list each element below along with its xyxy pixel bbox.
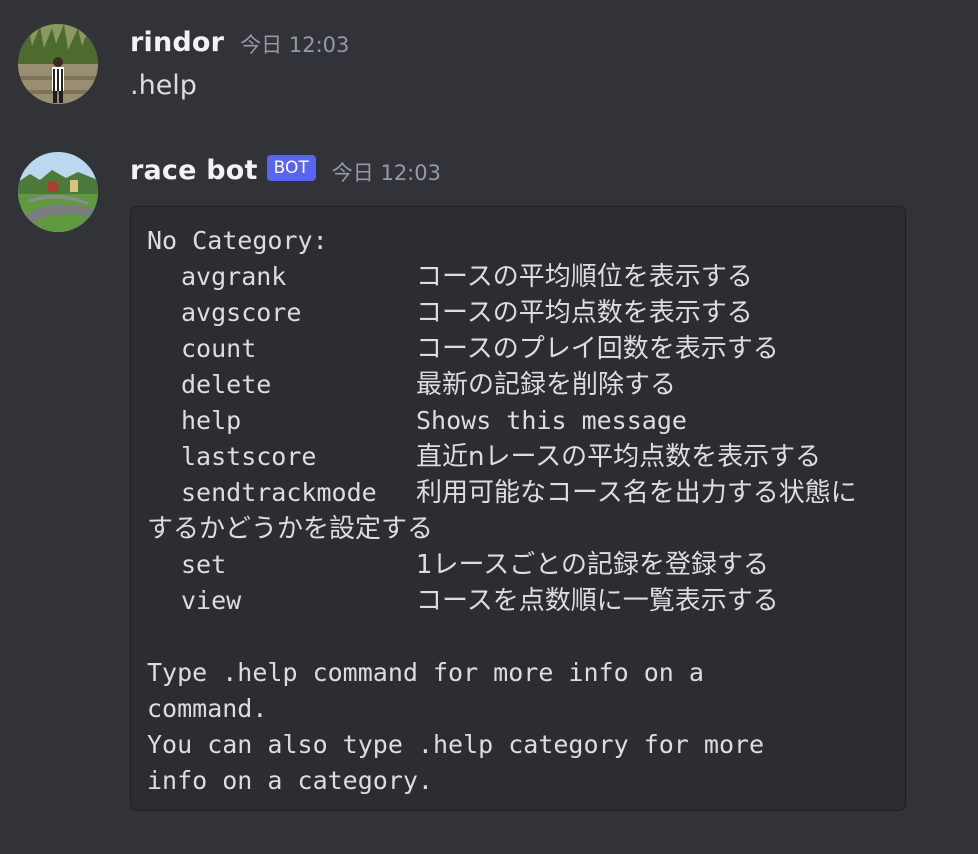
codeblock-heading: No Category:: [147, 226, 328, 255]
command-description-wrap: するかどうかを設定する: [147, 514, 434, 544]
command-row: avgscore コースの平均点数を表示する: [147, 295, 753, 331]
command-description: コースを点数順に一覧表示する: [416, 586, 779, 616]
command-name: help: [181, 406, 242, 435]
bot-badge: BOT: [266, 155, 316, 181]
command-description: コースのプレイ回数を表示する: [416, 334, 779, 364]
username[interactable]: rindor: [130, 27, 224, 58]
command-name: set: [181, 550, 227, 579]
command-description: コースの平均順位を表示する: [416, 262, 753, 292]
command-name: lastscore: [181, 442, 317, 471]
user-avatar[interactable]: [18, 24, 98, 104]
codeblock-footer-line: command.: [147, 694, 268, 723]
codeblock-footer-line: info on a category.: [147, 766, 433, 795]
command-name: view: [181, 586, 242, 615]
command-name: sendtrackmode: [181, 478, 377, 507]
command-description: Shows this message: [416, 406, 687, 435]
help-codeblock: No Category: avgrank コースの平均順位を表示する avgsc…: [130, 206, 906, 811]
message-header: race bot BOT 今日 12:03: [130, 152, 441, 188]
command-row: delete 最新の記録を削除する: [147, 367, 676, 403]
command-description: コースの平均点数を表示する: [416, 298, 753, 328]
username[interactable]: race bot: [130, 155, 258, 186]
message-header: rindor 今日 12:03: [130, 24, 349, 60]
command-description: 1レースごとの記録を登録する: [416, 550, 769, 580]
command-name: count: [181, 334, 257, 363]
command-name: avgrank: [181, 262, 287, 291]
command-description: 最新の記録を削除する: [416, 370, 677, 400]
command-row: sendtrackmode 利用可能なコース名を出力する状態に: [147, 475, 857, 511]
command-description: 利用可能なコース名を出力する状態に: [416, 478, 857, 508]
command-row: lastscore 直近nレースの平均点数を表示する: [147, 439, 821, 475]
command-row: help Shows this message: [147, 403, 687, 439]
command-name: delete: [181, 370, 272, 399]
timestamp[interactable]: 今日 12:03: [240, 29, 349, 59]
command-row: set 1レースごとの記録を登録する: [147, 547, 769, 583]
user-photo-avatar-icon: [18, 24, 98, 104]
codeblock-footer-line: You can also type .help category for mor…: [147, 730, 765, 759]
timestamp[interactable]: 今日 12:03: [332, 157, 441, 187]
bot-avatar[interactable]: [18, 152, 98, 232]
command-name: avgscore: [181, 298, 302, 327]
command-row: count コースのプレイ回数を表示する: [147, 331, 779, 367]
command-description: 直近nレースの平均点数を表示する: [416, 442, 822, 472]
racetrack-avatar-icon: [18, 152, 98, 232]
message-content: .help: [130, 70, 197, 101]
codeblock-footer-line: Type .help command for more info on a: [147, 658, 704, 687]
command-row: view コースを点数順に一覧表示する: [147, 583, 779, 619]
command-row: avgrank コースの平均順位を表示する: [147, 259, 753, 295]
